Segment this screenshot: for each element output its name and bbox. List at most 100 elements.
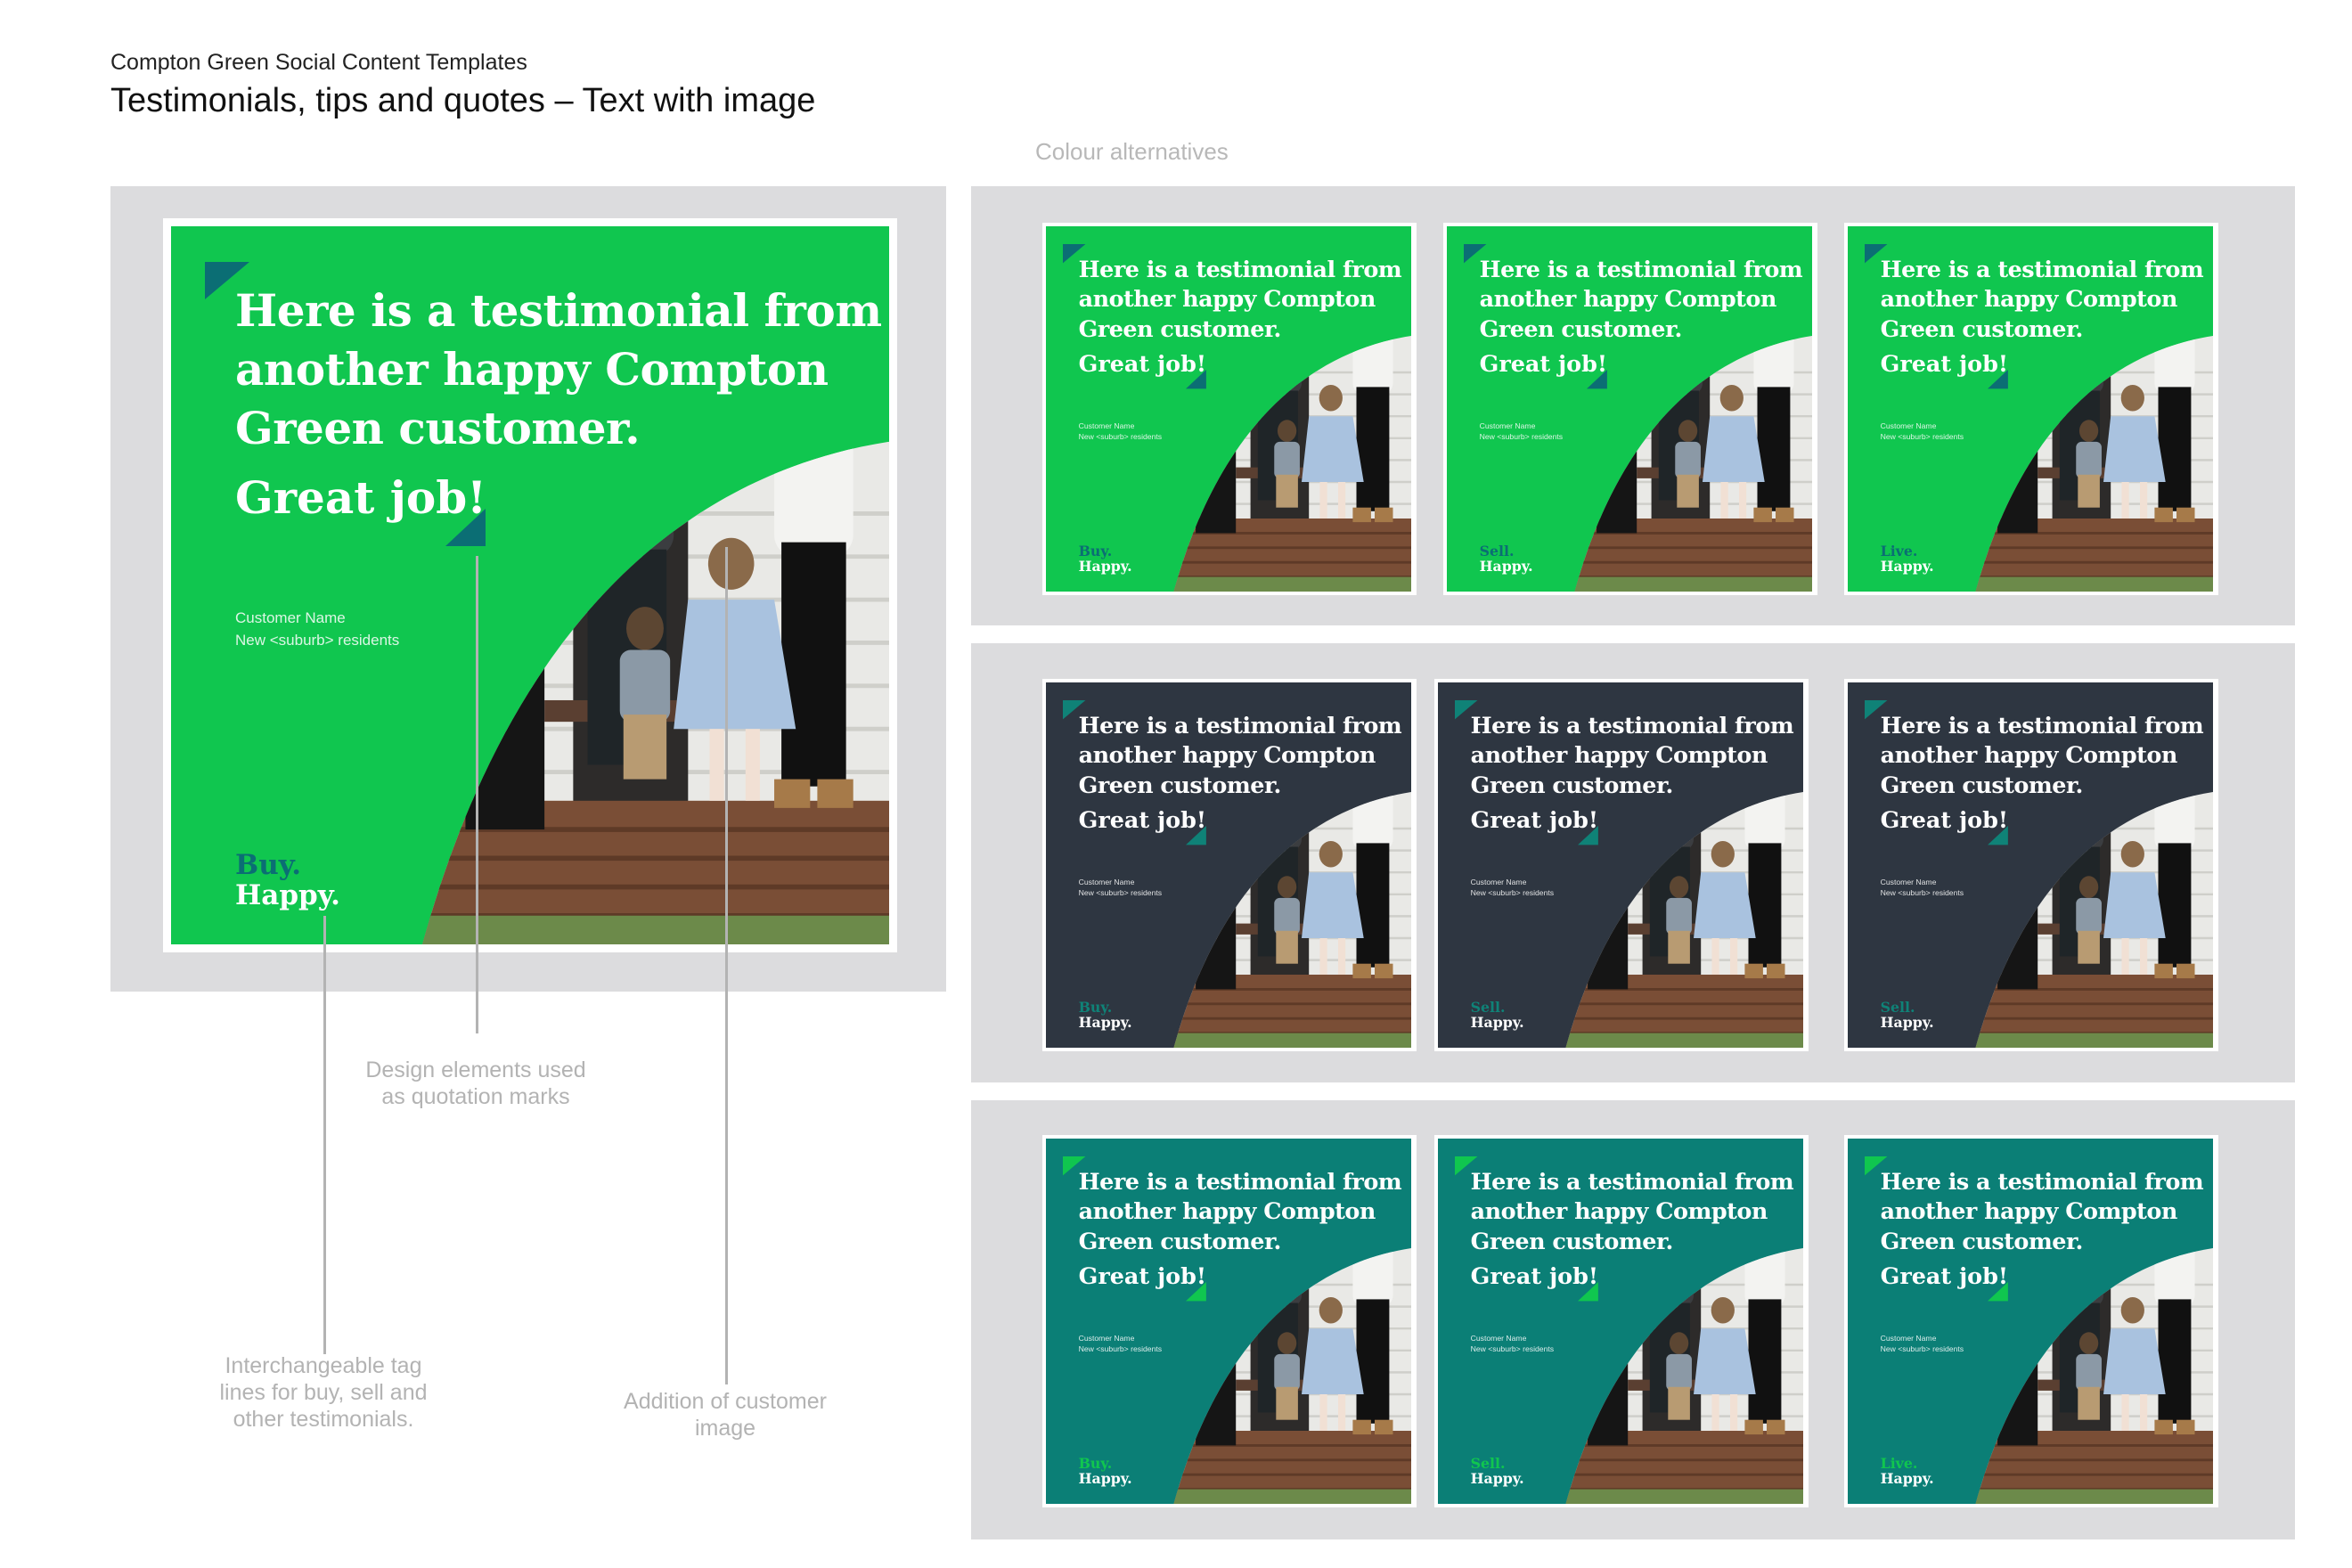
quote-mark-bottom-icon xyxy=(1987,826,2008,845)
headline-line: Green customer. xyxy=(1470,771,1674,798)
image-leader-line xyxy=(725,547,728,1384)
customer-name: Customer Name xyxy=(1078,421,1135,430)
headline-line: Green customer. xyxy=(1880,771,2084,798)
quote-mark-bottom-icon xyxy=(445,509,486,546)
customer-name: Customer Name xyxy=(1078,877,1135,886)
tagline: Buy. Happy. xyxy=(1079,1000,1132,1031)
tagline: Sell. Happy. xyxy=(1881,1000,1934,1031)
headline-line: another happy Compton xyxy=(1078,285,1376,313)
customer-name: Customer Name xyxy=(1880,421,1937,430)
annotation-customer-image: Addition of customer image xyxy=(624,1389,827,1441)
tagline: Live. Happy. xyxy=(1881,543,1934,575)
tagline-happy: Happy. xyxy=(1078,558,1132,576)
variant-template-card-green: Here is a testimonial from another happy … xyxy=(1046,226,1411,592)
quote-mark-bottom-icon xyxy=(1185,1282,1206,1302)
tagline: Sell. Happy. xyxy=(1471,1000,1524,1031)
variant-template-card-teal: Here is a testimonial from another happy … xyxy=(1046,1139,1411,1504)
headline-line: Green customer. xyxy=(1479,314,1683,342)
tagline-happy: Happy. xyxy=(1880,558,1934,576)
headline-line: Green customer. xyxy=(1078,1227,1282,1254)
customer-name: Customer Name xyxy=(1880,877,1937,886)
tagline-leader-line xyxy=(323,916,326,1354)
tagline-happy: Happy. xyxy=(1479,558,1533,576)
document-title: Testimonials, tips and quotes – Text wit… xyxy=(110,82,816,119)
tagline: Buy. Happy. xyxy=(1079,543,1132,575)
quote-mark-bottom-icon xyxy=(1577,1282,1598,1302)
headline-line: another happy Compton xyxy=(1880,1197,2178,1225)
headline-line: another happy Compton xyxy=(1078,741,1376,769)
customer-suburb: New <suburb> residents xyxy=(1078,1344,1163,1354)
main-template-card: Here is a testimonial from another happy … xyxy=(171,226,889,944)
tagline: Sell. Happy. xyxy=(1471,1456,1524,1487)
headline-line: another happy Compton xyxy=(1078,1197,1376,1225)
tagline-happy: Happy. xyxy=(1078,1014,1132,1032)
headline-line: another happy Compton xyxy=(1880,285,2178,313)
variant-template-card-teal: Here is a testimonial from another happy … xyxy=(1438,1139,1803,1504)
testimonial-headline: Here is a testimonial from another happy … xyxy=(1471,1167,1794,1257)
headline-line: Here is a testimonial from xyxy=(235,284,882,337)
variant-template-card-green: Here is a testimonial from another happy … xyxy=(1447,226,1812,592)
headline-line: another happy Compton xyxy=(1880,741,2178,769)
customer-name: Customer Name xyxy=(1078,1333,1135,1343)
quote-mark-bottom-icon xyxy=(1577,826,1598,845)
customer-name: Customer Name xyxy=(1880,1333,1937,1343)
tagline: Buy. Happy. xyxy=(235,850,340,911)
customer-suburb: New <suburb> residents xyxy=(1880,888,1964,898)
tagline-verb: Sell. xyxy=(1479,543,1515,560)
testimonial-headline: Here is a testimonial from another happy … xyxy=(1881,711,2204,801)
variant-template-card-navy: Here is a testimonial from another happy … xyxy=(1848,682,2213,1048)
testimonial-headline: Here is a testimonial from another happy … xyxy=(235,282,882,458)
testimonial-headline: Here is a testimonial from another happy … xyxy=(1471,711,1794,801)
tagline-verb: Sell. xyxy=(1470,1455,1506,1473)
tagline-happy: Happy. xyxy=(1470,1470,1524,1488)
quotation-leader-line xyxy=(476,556,478,1033)
variant-template-card-navy: Here is a testimonial from another happy … xyxy=(1046,682,1411,1048)
customer-suburb: New <suburb> residents xyxy=(1078,888,1163,898)
headline-line: another happy Compton xyxy=(1470,1197,1768,1225)
customer-suburb: New <suburb> residents xyxy=(1880,1344,1964,1354)
headline-line: Here is a testimonial from xyxy=(1479,255,1803,282)
variant-template-card-navy: Here is a testimonial from another happy … xyxy=(1438,682,1803,1048)
headline-line: Here is a testimonial from xyxy=(1880,255,2204,282)
headline-line: Green customer. xyxy=(1078,314,1282,342)
customer-suburb: New <suburb> residents xyxy=(1470,888,1555,898)
headline-line: Here is a testimonial from xyxy=(1880,711,2204,739)
headline-line: Green customer. xyxy=(1078,771,1282,798)
customer-name: Customer Name xyxy=(1470,877,1527,886)
headline-line: Here is a testimonial from xyxy=(1078,711,1402,739)
tagline-happy: Happy. xyxy=(1880,1014,1934,1032)
testimonial-headline: Here is a testimonial from another happy … xyxy=(1881,1167,2204,1257)
headline-line: Green customer. xyxy=(1470,1227,1674,1254)
customer-suburb: New <suburb> residents xyxy=(1470,1344,1555,1354)
quote-mark-bottom-icon xyxy=(1586,370,1607,389)
tagline: Live. Happy. xyxy=(1881,1456,1934,1487)
headline-line: Here is a testimonial from xyxy=(1078,1167,1402,1195)
tagline-verb: Buy. xyxy=(235,849,301,881)
testimonial-headline: Here is a testimonial from another happy … xyxy=(1480,255,1803,345)
quote-mark-bottom-icon xyxy=(1987,1282,2008,1302)
tagline-verb: Live. xyxy=(1880,543,1918,560)
headline-line: another happy Compton xyxy=(235,343,829,396)
testimonial-headline: Here is a testimonial from another happy … xyxy=(1881,255,2204,345)
variant-template-card-teal: Here is a testimonial from another happy … xyxy=(1848,1139,2213,1504)
quote-mark-bottom-icon xyxy=(1185,826,1206,845)
headline-line: Here is a testimonial from xyxy=(1078,255,1402,282)
tagline-verb: Buy. xyxy=(1078,543,1113,560)
customer-name: Customer Name xyxy=(1470,1333,1527,1343)
headline-line: Green customer. xyxy=(1880,1227,2084,1254)
quote-mark-bottom-icon xyxy=(1987,370,2008,389)
headline-line: another happy Compton xyxy=(1479,285,1777,313)
headline-line: Green customer. xyxy=(1880,314,2084,342)
document-subtitle: Compton Green Social Content Templates xyxy=(110,50,527,75)
headline-line: Here is a testimonial from xyxy=(1470,711,1794,739)
headline-line: another happy Compton xyxy=(1470,741,1768,769)
quote-mark-bottom-icon xyxy=(1185,370,1206,389)
tagline-verb: Buy. xyxy=(1078,1455,1113,1473)
customer-suburb: New <suburb> residents xyxy=(1078,432,1163,442)
tagline-verb: Buy. xyxy=(1078,999,1113,1017)
testimonial-headline: Here is a testimonial from another happy … xyxy=(1079,711,1402,801)
testimonial-headline: Here is a testimonial from another happy … xyxy=(1079,255,1402,345)
variant-template-card-green: Here is a testimonial from another happy … xyxy=(1848,226,2213,592)
testimonial-headline: Here is a testimonial from another happy … xyxy=(1079,1167,1402,1257)
customer-suburb: New <suburb> residents xyxy=(1880,432,1964,442)
